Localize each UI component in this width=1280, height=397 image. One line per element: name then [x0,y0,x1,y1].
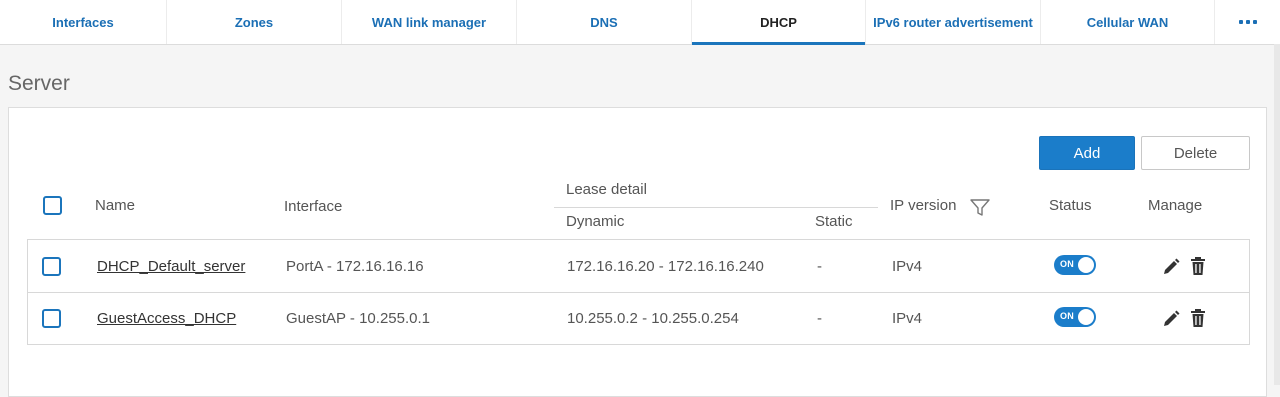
toggle-label: ON [1060,311,1075,321]
filter-icon[interactable] [969,198,991,218]
trash-icon[interactable] [1188,256,1208,276]
row-divider [28,292,1249,293]
toggle-knob [1078,257,1094,273]
header-interface[interactable]: Interface [284,198,342,215]
server-name-link[interactable]: DHCP_Default_server [97,258,245,275]
section-title: Server [8,72,70,95]
header-name[interactable]: Name [95,197,135,214]
status-toggle[interactable]: ON [1054,255,1096,275]
header-dynamic[interactable]: Dynamic [566,213,624,230]
toggle-knob [1078,309,1094,325]
pencil-icon[interactable] [1161,309,1181,329]
header-manage: Manage [1148,197,1203,214]
tab-zones[interactable]: Zones [167,0,342,44]
select-all-checkbox[interactable] [43,196,62,215]
tab-ipv6-router-advertisement[interactable]: IPv6 router advertisement [866,0,1041,44]
row-checkbox[interactable] [42,257,61,276]
tab-wan-link-manager[interactable]: WAN link manager [342,0,517,44]
tab-cellular-wan[interactable]: Cellular WAN [1041,0,1215,44]
status-toggle[interactable]: ON [1054,307,1096,327]
row-ip-version: IPv4 [892,310,923,327]
header-lease-detail: Lease detail [566,181,647,198]
row-static: - [817,258,822,275]
row-dynamic-range: 10.255.0.2 - 10.255.0.254 [567,310,739,327]
header-status[interactable]: Status [1049,197,1092,214]
header-ip-version[interactable]: IP version [890,197,956,214]
row-ip-version: IPv4 [892,258,923,275]
server-panel: Add Delete Name Interface Lease detail D… [8,107,1267,397]
tab-interfaces[interactable]: Interfaces [0,0,167,44]
toggle-label: ON [1060,259,1075,269]
lease-detail-divider [554,207,878,208]
row-interface: GuestAP - 10.255.0.1 [286,310,430,327]
add-button[interactable]: Add [1039,136,1135,170]
row-checkbox[interactable] [42,309,61,328]
delete-button[interactable]: Delete [1141,136,1250,170]
server-name-link[interactable]: GuestAccess_DHCP [97,310,236,327]
row-static: - [817,310,822,327]
server-table: DHCP_Default_server PortA - 172.16.16.16… [27,239,1250,345]
more-horizontal-icon [1238,20,1257,24]
pencil-icon[interactable] [1161,257,1181,277]
row-interface: PortA - 172.16.16.16 [286,258,424,275]
row-dynamic-range: 172.16.16.20 - 172.16.16.240 [567,258,764,275]
tab-bar: Interfaces Zones WAN link manager DNS DH… [0,0,1280,45]
tab-dhcp[interactable]: DHCP [692,0,866,45]
header-static[interactable]: Static [815,213,853,230]
more-tabs-button[interactable] [1215,0,1280,44]
vertical-scrollbar[interactable] [1274,44,1280,385]
tab-dns[interactable]: DNS [517,0,692,44]
trash-icon[interactable] [1188,308,1208,328]
